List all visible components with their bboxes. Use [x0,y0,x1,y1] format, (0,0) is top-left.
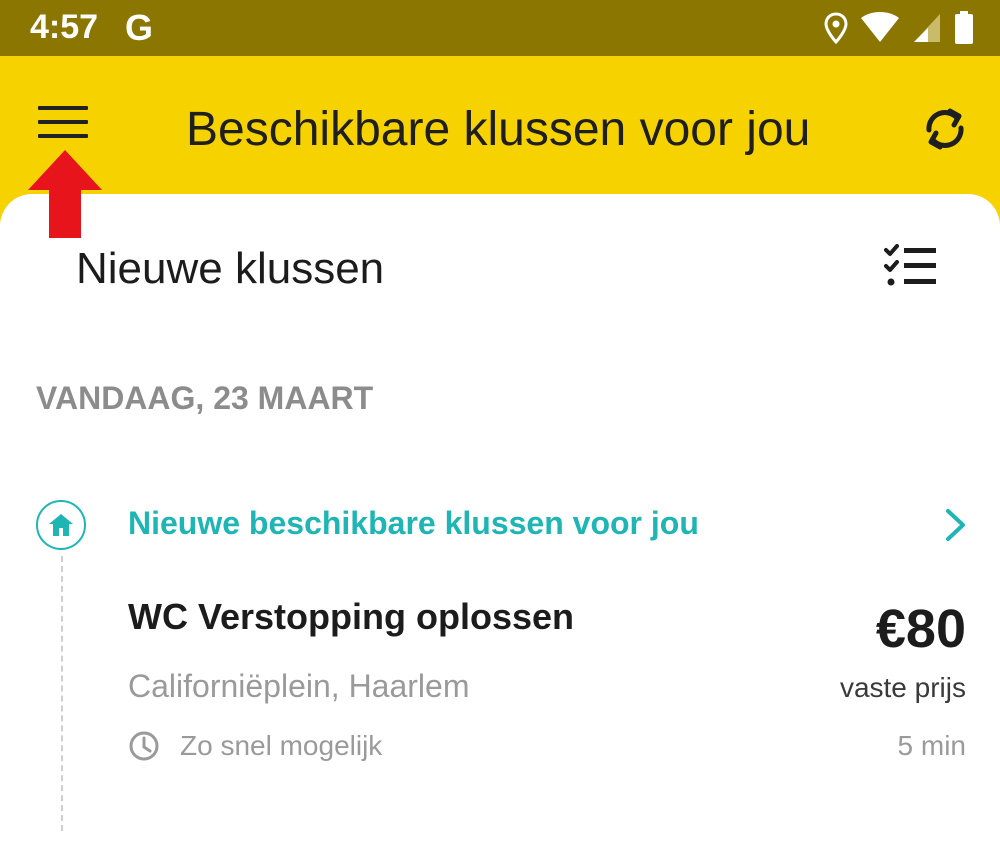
google-notification-icon: G [125,7,154,48]
job-location: Californiëplein, Haarlem [128,668,470,704]
job-title[interactable]: WC Verstopping oplossen [128,596,574,638]
status-icons [824,10,974,46]
timeline-line [61,556,63,831]
refresh-icon[interactable] [920,104,970,154]
job-price: €80 [875,599,966,659]
date-header: VANDAAG, 23 MAART [36,380,374,416]
status-bar: 4:57 G [0,0,1000,56]
home-icon [36,500,86,550]
price-type: vaste prijs [839,672,966,703]
red-arrow-annotation [28,150,102,238]
wifi-icon [861,12,899,42]
section-title: Nieuwe klussen [76,244,385,293]
job-distance: 5 min [897,730,966,761]
new-jobs-link[interactable]: Nieuwe beschikbare klussen voor jou [128,505,699,542]
chevron-right-icon[interactable] [944,508,968,542]
signal-icon [914,14,940,42]
status-time: 4:57 [30,8,99,46]
job-when: Zo snel mogelijk [180,730,383,761]
clock-icon [129,731,159,761]
checklist-filter-icon[interactable] [884,244,938,288]
location-icon [824,12,848,44]
battery-icon [955,11,973,44]
hamburger-menu-icon[interactable] [38,106,90,146]
app-bar-title: Beschikbare klussen voor jou [186,103,811,156]
